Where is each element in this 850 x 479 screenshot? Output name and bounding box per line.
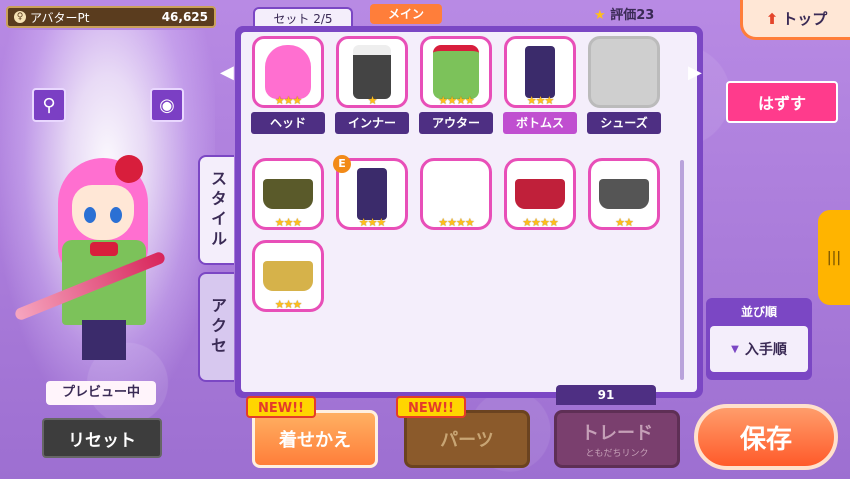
outer-icon xyxy=(433,45,479,99)
new-badge-parts: NEW!! xyxy=(396,396,466,418)
trade-label: トレード xyxy=(581,423,653,444)
equipped-slot[interactable]: ★★★★ アウター xyxy=(418,36,494,134)
person-icon: ♀ xyxy=(14,11,26,23)
new-badge-dressup: NEW!! xyxy=(246,396,316,418)
equipped-slot[interactable]: シューズ xyxy=(586,36,662,134)
equipped-label: ヘッド xyxy=(251,112,325,134)
rarity-stars: ★★★ xyxy=(526,94,555,107)
skirt-icon xyxy=(515,179,565,209)
top-button-label: トップ xyxy=(782,10,828,28)
equipped-row: ★★★ ヘッド ★ インナー ★★★★ アウター ★★★ ボトムス シューズ xyxy=(250,36,662,134)
up-arrow-icon: ⬆ xyxy=(765,9,779,28)
rarity-stars: ★★★★ xyxy=(438,216,474,229)
rarity-stars: ★★★ xyxy=(274,216,303,229)
equipped-thumb[interactable]: ★★★ xyxy=(252,36,324,108)
pants-icon xyxy=(525,46,555,98)
skirt-icon xyxy=(263,261,313,291)
item-card[interactable]: E ★★★ xyxy=(333,155,408,230)
avatar-points-bar: ♀ アバターPt 46,625 xyxy=(6,6,216,28)
avatar-character xyxy=(13,150,190,380)
skirt-icon xyxy=(263,179,313,209)
dressup-label: 着せかえ xyxy=(279,430,351,451)
equipped-label: アウター xyxy=(419,112,493,134)
scrollbar[interactable] xyxy=(680,160,684,380)
tab-accessory[interactable]: アクセ xyxy=(198,272,234,382)
prev-arrow-icon[interactable]: ◀ xyxy=(220,62,234,84)
rarity-stars: ★★★ xyxy=(358,216,387,229)
item-card[interactable]: ★★ xyxy=(588,158,660,230)
skirt-icon xyxy=(599,179,649,209)
avatar-points-label: アバターPt xyxy=(30,10,90,25)
rarity-stars: ★★★ xyxy=(274,298,303,311)
rating-label: 評価23 xyxy=(610,8,655,23)
camera-icon: ◉ xyxy=(159,94,175,116)
remove-button[interactable]: はずす xyxy=(726,81,838,123)
rarity-stars: ★★★ xyxy=(274,94,303,107)
trade-sub-label: ともだちリンク xyxy=(585,449,649,459)
top-button[interactable]: ⬆ トップ xyxy=(740,0,850,40)
rarity-stars: ★★★★ xyxy=(438,94,474,107)
equipped-thumb[interactable]: ★★★ xyxy=(504,36,576,108)
equipped-slot[interactable]: ★★★ ヘッド xyxy=(250,36,326,134)
socks-icon xyxy=(439,169,473,219)
item-card[interactable]: ★★★ xyxy=(252,240,324,312)
equipped-label: ボトムス xyxy=(503,112,577,134)
rarity-stars: ★★ xyxy=(615,216,634,229)
rating: ★ 評価23 xyxy=(594,4,654,23)
sort-box: 並び順 ▼ 入手順 xyxy=(706,298,812,380)
sort-select[interactable]: ▼ 入手順 xyxy=(710,326,808,372)
side-drawer-handle[interactable]: ||| xyxy=(818,210,850,305)
equipped-thumb[interactable]: ★★★★ xyxy=(420,36,492,108)
item-grid: ★★★ E ★★★ ★★★★ ★★★★ ★★ ★★★ xyxy=(252,155,672,312)
parts-label: パーツ xyxy=(440,430,494,451)
camera-button[interactable]: ◉ xyxy=(150,88,184,122)
save-button[interactable]: 保存 xyxy=(694,404,838,470)
equipped-label: シューズ xyxy=(587,112,661,134)
reset-button[interactable]: リセット xyxy=(42,418,162,458)
equipped-slot[interactable]: ★★★ ボトムス xyxy=(502,36,578,134)
search-icon: ⚲ xyxy=(42,94,56,116)
item-card[interactable]: ★★★ xyxy=(252,158,324,230)
sort-title: 並び順 xyxy=(740,305,777,319)
avatar-points-value: 46,625 xyxy=(161,10,208,24)
main-tag: メイン xyxy=(370,4,442,24)
menu-bars-icon: ||| xyxy=(826,249,842,266)
item-card[interactable]: ★★★★ xyxy=(504,158,576,230)
star-icon: ★ xyxy=(594,8,606,23)
hair-icon xyxy=(265,45,311,99)
equipped-slot[interactable]: ★ インナー xyxy=(334,36,410,134)
sort-value: 入手順 xyxy=(744,342,787,358)
rarity-stars: ★ xyxy=(367,94,378,107)
trade-button[interactable]: トレード ともだちリンク xyxy=(554,410,680,468)
equipped-label: インナー xyxy=(335,112,409,134)
next-arrow-icon[interactable]: ▶ xyxy=(688,62,702,84)
equipped-badge: E xyxy=(333,155,351,173)
tab-style[interactable]: スタイル xyxy=(198,155,234,265)
rarity-stars: ★★★★ xyxy=(522,216,558,229)
pants-icon xyxy=(357,168,387,220)
zoom-button[interactable]: ⚲ xyxy=(32,88,66,122)
trade-count: 91 xyxy=(556,385,656,405)
equipped-thumb[interactable] xyxy=(588,36,660,108)
equipped-thumb[interactable]: ★ xyxy=(336,36,408,108)
dropdown-triangle-icon: ▼ xyxy=(731,343,739,355)
inner-icon xyxy=(353,45,391,99)
preview-label: プレビュー中 xyxy=(46,381,156,405)
item-card[interactable]: ★★★★ xyxy=(420,158,492,230)
